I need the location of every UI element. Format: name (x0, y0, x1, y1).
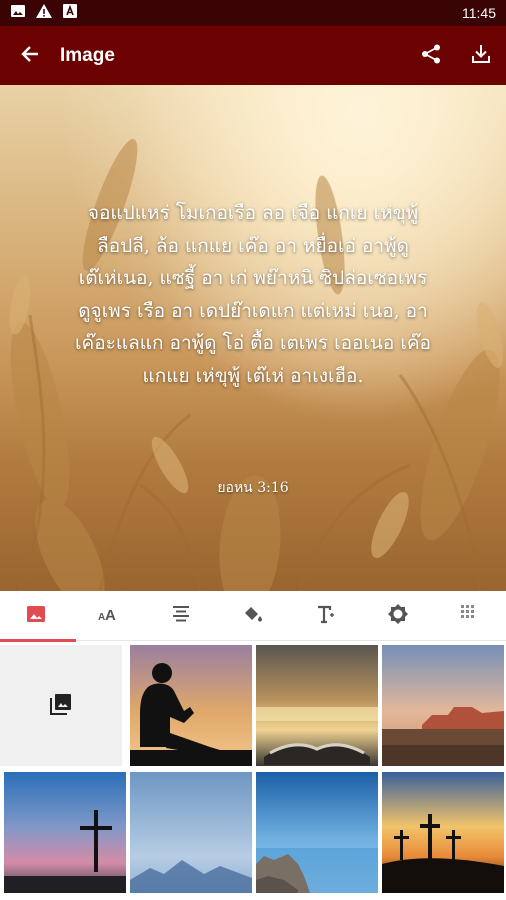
brightness-tab[interactable] (361, 591, 433, 641)
status-bar: 11:45 (0, 0, 506, 26)
brightness-icon (387, 603, 409, 629)
download-button[interactable] (456, 26, 506, 85)
photo-icon (10, 3, 26, 23)
pick-from-gallery-button[interactable] (0, 645, 122, 766)
share-button[interactable] (406, 26, 456, 85)
editor-tabs: AA (0, 591, 506, 642)
verse-reference: ยอหน 3:16 (217, 480, 289, 496)
verse-line: ลือปลี, ล้อ แกแย เค๊อ อา หยื่อเอ่ อาพู้ด… (97, 234, 409, 257)
thumbnail-mountain-haze[interactable] (130, 772, 252, 893)
text-style-tab[interactable] (289, 591, 361, 641)
thumbnail-lake-rocks[interactable] (256, 772, 378, 893)
image-icon (26, 604, 46, 628)
thumbnail-three-crosses[interactable] (382, 772, 504, 893)
background-gallery (0, 642, 506, 900)
image-preview[interactable]: จอแปแหร่ โมเกอเรือ ลอ เจือ แกเย เห่ขุพู้… (0, 85, 506, 591)
app-bar: Image (0, 26, 506, 85)
font-size-icon: AA (97, 604, 119, 628)
thumbnail-cross-dusk[interactable] (4, 772, 126, 893)
paint-bucket-icon (242, 604, 264, 628)
verse-line: ดูจูเพร เรือ อา เดปย๊าเดแก แต่เหม่ เนอ, … (78, 299, 428, 322)
verse-line: เค๊อะแลแก อาพู้ดู โอ่ ตื้อ เตเพร เออเนอ … (75, 332, 431, 354)
warning-icon (35, 3, 53, 23)
download-icon (470, 43, 492, 69)
text-format-icon (315, 604, 335, 628)
verse-line: จอแปแหร่ โมเกอเรือ ลอ เจือ แกเย เห่ขุพู้ (87, 202, 419, 224)
photo-library-icon (49, 692, 73, 720)
verse-line: เต๊เห่เนอ, แซฐี้ อา เก่ พย๊าหนิ ซิปล่อเซ… (78, 267, 428, 289)
texture-icon (460, 604, 480, 628)
page-title: Image (60, 44, 115, 66)
verse-text: จอแปแหร่ โมเกอเรือ ลอ เจือ แกเย เห่ขุพู้… (30, 197, 476, 392)
align-center-icon (171, 604, 191, 628)
thumbnail-open-bible[interactable] (256, 645, 378, 766)
thumbnail-desert-mesa[interactable] (382, 645, 504, 766)
color-tab[interactable] (217, 591, 289, 641)
align-tab[interactable] (145, 591, 217, 641)
back-button[interactable] (0, 26, 60, 85)
font-size-tab[interactable]: AA (72, 591, 144, 641)
arrow-back-icon (20, 44, 40, 68)
verse-line: แกแย เห่ขุพู้ เต๊เห่ อาเงเฮือ. (142, 364, 364, 387)
image-tab[interactable] (0, 591, 77, 642)
svg-text:A: A (105, 607, 116, 624)
thumbnail-child-reading[interactable] (130, 645, 252, 766)
text-icon (62, 3, 78, 23)
status-time: 11:45 (462, 5, 496, 21)
share-icon (420, 43, 442, 69)
texture-tab[interactable] (434, 591, 506, 641)
